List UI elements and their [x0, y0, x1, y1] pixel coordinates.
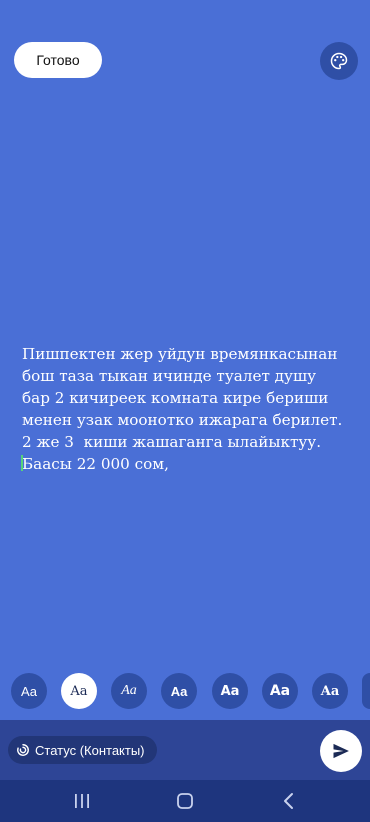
- font-option-label: Aa: [70, 683, 88, 699]
- back-button[interactable]: [279, 792, 299, 810]
- font-option-heavy[interactable]: Aa: [262, 673, 298, 709]
- audience-selector[interactable]: Статус (Контакты): [8, 736, 157, 764]
- font-option-label: Aa: [220, 683, 240, 699]
- font-option-bold[interactable]: Aa: [161, 673, 197, 709]
- font-option-serif[interactable]: Aa: [61, 673, 97, 709]
- done-button[interactable]: Готово: [14, 42, 102, 78]
- back-icon: [284, 793, 293, 809]
- font-option-label: Aa: [269, 683, 291, 699]
- font-option-bold-wide[interactable]: Aa: [212, 673, 248, 709]
- font-option-italic[interactable]: Aa: [111, 673, 147, 709]
- font-option-partial[interactable]: [362, 673, 370, 709]
- status-composer: Готово Пишпектен жер уйдун времянкасынан…: [0, 0, 370, 822]
- status-text[interactable]: Пишпектен жер уйдун времянкасынан бош та…: [22, 343, 352, 475]
- font-option-label: Aa: [21, 683, 37, 699]
- palette-button[interactable]: [320, 42, 358, 80]
- font-option-sans[interactable]: Aa: [11, 673, 47, 709]
- text-cursor: [21, 455, 23, 471]
- font-option-label: Aa: [121, 683, 137, 698]
- audience-label: Статус (Контакты): [35, 742, 145, 758]
- recents-icon: [75, 794, 89, 808]
- send-icon: [333, 743, 349, 759]
- recents-button[interactable]: [72, 792, 92, 810]
- font-picker: Aa Aa Aa Aa Aa Aa Aa: [0, 673, 370, 713]
- palette-icon: [330, 52, 348, 70]
- status-ring-icon: [17, 744, 29, 756]
- font-option-label: Aa: [320, 683, 340, 699]
- composer-footer: Статус (Контакты): [0, 720, 370, 780]
- home-button[interactable]: [175, 792, 195, 810]
- home-icon: [177, 793, 193, 809]
- font-option-condensed-bold[interactable]: Aa: [312, 673, 348, 709]
- system-nav-bar: [0, 780, 370, 822]
- send-button[interactable]: [320, 730, 362, 772]
- font-option-label: Aa: [170, 683, 188, 699]
